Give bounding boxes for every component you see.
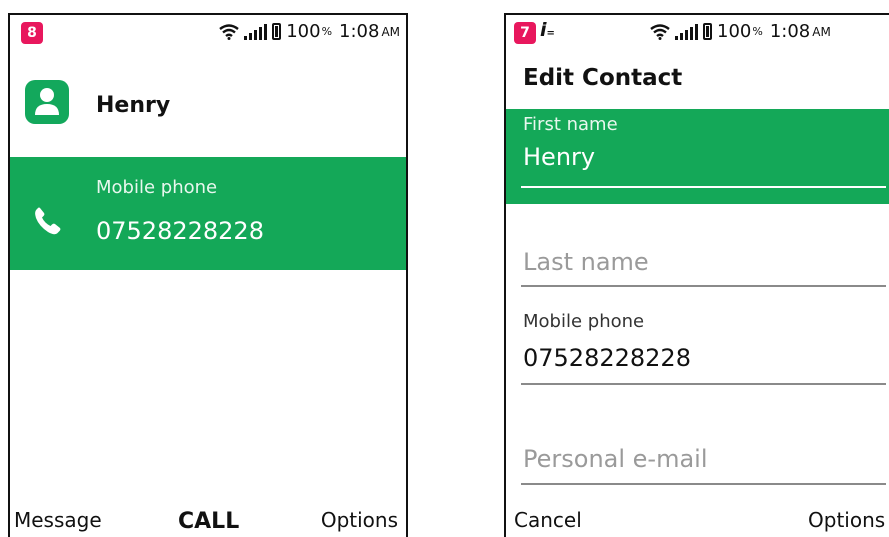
- options-softkey[interactable]: Options: [808, 508, 885, 532]
- battery-percent: 100: [717, 21, 752, 42]
- options-softkey[interactable]: Options: [321, 508, 398, 532]
- notification-badge: 8: [21, 22, 43, 44]
- call-softkey[interactable]: CALL: [178, 509, 239, 534]
- mobile-phone-underline: [521, 383, 886, 385]
- battery-percent-unit: %: [321, 25, 333, 38]
- first-name-label: First name: [523, 114, 618, 135]
- contact-avatar-icon: [25, 80, 69, 124]
- contact-name: Henry: [96, 93, 171, 118]
- input-mode-icon: i=: [540, 19, 555, 41]
- clock-time: 1:08: [339, 21, 380, 42]
- mobile-phone-label: Mobile phone: [523, 311, 645, 332]
- first-name-field[interactable]: First name Henry: [506, 109, 889, 204]
- last-name-underline: [521, 285, 886, 287]
- status-bar: 8 100 % 1:08 AM: [10, 15, 406, 49]
- email-placeholder[interactable]: Personal e-mail: [523, 445, 708, 473]
- cancel-softkey[interactable]: Cancel: [514, 508, 582, 532]
- first-name-value[interactable]: Henry: [523, 143, 595, 171]
- email-underline: [521, 483, 886, 485]
- email-field[interactable]: Personal e-mail: [506, 445, 889, 495]
- clock-time: 1:08: [769, 21, 811, 42]
- mobile-phone-field[interactable]: Mobile phone 07528228228: [506, 311, 889, 391]
- softkey-bar: Cancel Options: [506, 495, 889, 537]
- contact-details-screen: 8 100 % 1:08 AM Henry Mobile phone 07528…: [8, 13, 408, 537]
- battery-icon: [703, 23, 712, 40]
- status-indicators: 100 % 1:08 AM: [219, 21, 400, 42]
- battery-icon: [272, 23, 282, 40]
- phone-number: 07528228228: [96, 217, 264, 245]
- phone-type-label: Mobile phone: [96, 177, 218, 198]
- last-name-field[interactable]: Last name: [506, 245, 889, 305]
- mobile-phone-value[interactable]: 07528228228: [523, 344, 691, 372]
- softkey-bar: Message CALL Options: [10, 495, 406, 537]
- wifi-icon: [219, 24, 239, 40]
- clock-ampm: AM: [812, 24, 831, 39]
- mobile-phone-row[interactable]: Mobile phone 07528228228: [10, 157, 406, 270]
- page-title: Edit Contact: [523, 65, 683, 91]
- phone-icon: [35, 207, 61, 235]
- battery-percent: 100: [286, 21, 321, 42]
- signal-icon: [675, 23, 698, 40]
- last-name-placeholder[interactable]: Last name: [523, 248, 649, 276]
- battery-percent-unit: %: [752, 25, 763, 38]
- message-softkey[interactable]: Message: [14, 508, 102, 532]
- notification-badge: 7: [514, 22, 536, 44]
- signal-icon: [244, 23, 268, 40]
- wifi-icon: [650, 24, 670, 40]
- status-bar: 7 i= 100 % 1:08 AM: [506, 15, 889, 49]
- status-indicators: 100 % 1:08 AM: [650, 21, 831, 42]
- edit-contact-screen: 7 i= 100 % 1:08 AM Edit Contact First na…: [504, 13, 889, 537]
- clock-ampm: AM: [381, 24, 400, 39]
- first-name-underline: [521, 186, 886, 188]
